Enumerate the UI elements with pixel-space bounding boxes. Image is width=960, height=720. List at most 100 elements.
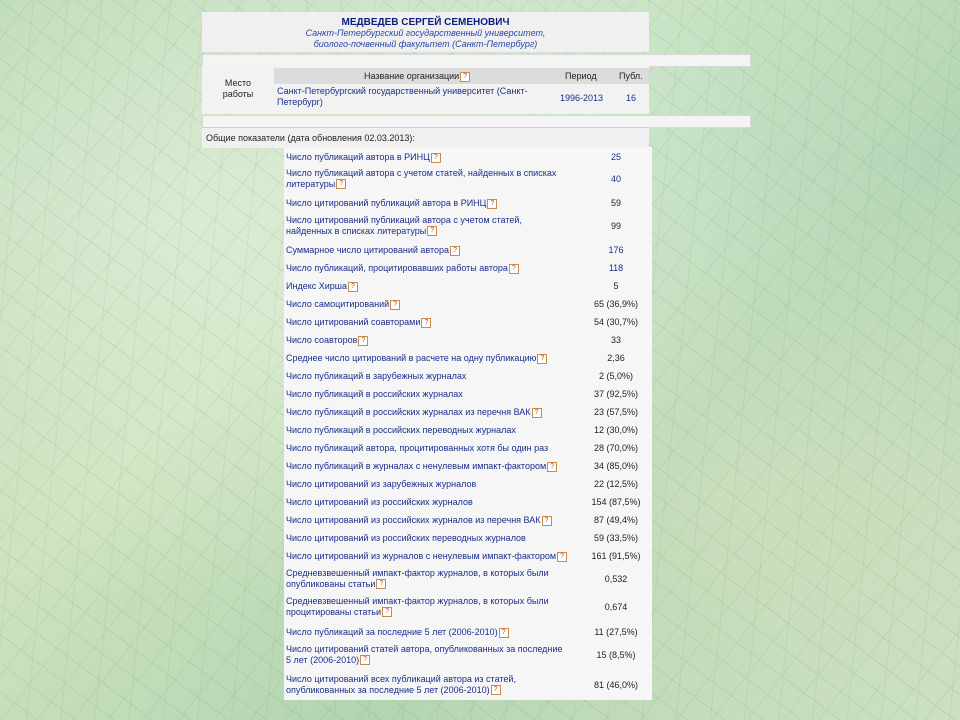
help-icon[interactable]: ? bbox=[547, 461, 558, 472]
help-icon[interactable]: ? bbox=[490, 685, 501, 696]
metric-row: Число публикаций в журналах с ненулевым … bbox=[284, 459, 652, 475]
metric-label: Среднее число цитирований в расчете на о… bbox=[286, 353, 571, 364]
column-org: Название организации? bbox=[364, 71, 471, 82]
metric-label: Число публикаций в российских переводных… bbox=[286, 425, 516, 435]
metric-label: Число публикаций в российских журналах bbox=[286, 389, 463, 399]
metric-value: 33 bbox=[610, 335, 621, 345]
metric-value: 154 (87,5%) bbox=[591, 497, 641, 507]
metric-label: Число цитирований статей автора, опублик… bbox=[286, 644, 563, 666]
metric-value: 0,532 bbox=[604, 574, 628, 584]
metric-label: Индекс Хирша? bbox=[286, 281, 571, 292]
metric-label: Число цитирований публикаций автора с уч… bbox=[286, 215, 522, 237]
help-icon[interactable]: ? bbox=[430, 152, 441, 163]
metric-row: Число цитирований из журналов с ненулевы… bbox=[284, 549, 652, 565]
metric-row: Число публикаций автора в РИНЦ? 25 bbox=[284, 150, 652, 166]
metric-value: 22 (12,5%) bbox=[593, 479, 639, 489]
metric-row: Число цитирований из зарубежных журналов… bbox=[284, 477, 652, 493]
metric-label: Число публикаций, процитировавших работы… bbox=[286, 263, 571, 274]
metric-value[interactable]: 25 bbox=[576, 152, 656, 162]
metric-row: Число публикаций за последние 5 лет (200… bbox=[284, 625, 652, 641]
metric-value: 0,674 bbox=[604, 602, 628, 612]
help-icon[interactable]: ? bbox=[557, 551, 568, 562]
metric-label: Число цитирований из российских журналов… bbox=[286, 515, 571, 526]
metric-label: Число цитирований из журналов с ненулевы… bbox=[286, 551, 571, 562]
metric-row: Число публикаций автора с учетом статей,… bbox=[284, 167, 652, 191]
metric-row: Число цитирований всех публикаций автора… bbox=[284, 673, 652, 697]
help-icon[interactable]: ? bbox=[360, 655, 371, 666]
metric-value: 81 (46,0%) bbox=[593, 680, 639, 690]
metric-row: Число цитирований из российских журналов… bbox=[284, 513, 652, 529]
metric-row: Число цитирований из российских журналов… bbox=[284, 495, 652, 511]
metric-value: 99 bbox=[610, 221, 621, 231]
metric-label: Средневзвешенный импакт-фактор журналов,… bbox=[286, 596, 549, 618]
metric-row: Средневзвешенный импакт-фактор журналов,… bbox=[284, 595, 652, 619]
metrics-table: Число публикаций автора в РИНЦ? 25 Число п… bbox=[284, 147, 652, 700]
metric-value: 59 bbox=[610, 198, 621, 208]
workplace-pub-count[interactable]: 16 bbox=[626, 93, 636, 103]
help-icon[interactable]: ? bbox=[376, 579, 387, 590]
metric-value: 28 (70,0%) bbox=[593, 443, 639, 453]
metric-value: 12 (30,0%) bbox=[593, 425, 639, 435]
metric-row: Индекс Хирша? 5 bbox=[284, 279, 652, 295]
general-indicators-label: Общие показатели (дата обновления 02.03.… bbox=[206, 133, 415, 143]
metric-label: Число публикаций в журналах с ненулевым … bbox=[286, 461, 571, 472]
help-icon[interactable]: ? bbox=[348, 281, 358, 292]
help-icon[interactable]: ? bbox=[541, 515, 552, 526]
help-icon[interactable]: ? bbox=[508, 263, 519, 274]
metric-row: Среднее число цитирований в расчете на о… bbox=[284, 351, 652, 367]
workplace-table: Место работы Название организации? Перио… bbox=[202, 66, 649, 114]
metric-label: Число соавторов? bbox=[286, 335, 571, 346]
metric-value: 15 (8,5%) bbox=[596, 650, 636, 660]
help-icon[interactable]: ? bbox=[382, 607, 393, 618]
workplace-table-header: Название организации? Период Публ. bbox=[274, 68, 649, 84]
metric-value: 2,36 bbox=[607, 353, 625, 363]
metric-row: Число публикаций в зарубежных журналах 2 … bbox=[284, 369, 652, 385]
metric-row: Суммарное число цитирований автора? 176 bbox=[284, 243, 652, 259]
metric-label: Число цитирований соавторами? bbox=[286, 317, 571, 328]
metric-row: Число публикаций автора, процитированных… bbox=[284, 441, 652, 457]
workplace-period: 1996-2013 bbox=[560, 93, 604, 103]
column-period: Период bbox=[565, 71, 597, 81]
help-icon[interactable]: ? bbox=[531, 407, 542, 418]
metric-label: Число публикаций автора, процитированных… bbox=[286, 443, 549, 453]
metric-value: 34 (85,0%) bbox=[593, 461, 639, 471]
metric-row: Число цитирований публикаций автора с уч… bbox=[284, 214, 652, 238]
metric-value: 23 (57,5%) bbox=[593, 407, 639, 417]
metric-label: Число публикаций автора в РИНЦ? bbox=[286, 152, 571, 163]
metric-row: Число цитирований из российских переводн… bbox=[284, 531, 652, 547]
help-icon[interactable]: ? bbox=[421, 317, 432, 328]
workplace-org-link[interactable]: Санкт-Петербургский государственный унив… bbox=[277, 86, 547, 108]
metric-label: Число цитирований из российских переводн… bbox=[286, 533, 526, 543]
help-icon[interactable]: ? bbox=[498, 627, 509, 638]
help-icon[interactable]: ? bbox=[390, 299, 401, 310]
help-icon[interactable]: ? bbox=[427, 226, 438, 237]
metric-label: Средневзвешенный импакт-фактор журналов,… bbox=[286, 568, 549, 590]
help-icon[interactable]: ? bbox=[450, 245, 461, 256]
metric-label: Число публикаций за последние 5 лет (200… bbox=[286, 627, 571, 638]
general-indicators-header: Общие показатели (дата обновления 02.03.… bbox=[202, 127, 649, 148]
metric-value: 65 (36,9%) bbox=[593, 299, 639, 309]
metric-value[interactable]: 40 bbox=[576, 174, 656, 184]
metric-row: Число публикаций, процитировавших работы… bbox=[284, 261, 652, 277]
metric-value[interactable]: 118 bbox=[576, 263, 656, 273]
author-name: МЕДВЕДЕВ СЕРГЕЙ СЕМЕНОВИЧ bbox=[341, 17, 510, 28]
metric-row: Число соавторов? 33 bbox=[284, 333, 652, 349]
metric-value: 37 (92,5%) bbox=[593, 389, 639, 399]
help-icon[interactable]: ? bbox=[460, 71, 471, 82]
help-icon[interactable]: ? bbox=[537, 353, 548, 364]
metric-label: Число самоцитирований? bbox=[286, 299, 571, 310]
help-icon[interactable]: ? bbox=[336, 179, 347, 190]
workplace-label: Место работы bbox=[222, 78, 254, 99]
help-icon[interactable]: ? bbox=[358, 335, 369, 346]
metric-value[interactable]: 176 bbox=[576, 245, 656, 255]
metric-label: Число цитирований из российских журналов bbox=[286, 497, 473, 507]
help-icon[interactable]: ? bbox=[487, 198, 498, 209]
metric-row: Число самоцитирований? 65 (36,9%) bbox=[284, 297, 652, 313]
metric-label: Число публикаций в зарубежных журналах bbox=[286, 371, 467, 381]
metric-row: Число цитирований публикаций автора в РИ… bbox=[284, 196, 652, 212]
metric-value: 11 (27,5%) bbox=[594, 627, 638, 637]
metric-value: 87 (49,4%) bbox=[593, 515, 639, 525]
metric-row: Число публикаций в российских переводных… bbox=[284, 423, 652, 439]
metric-label: Число цитирований всех публикаций автора… bbox=[286, 674, 516, 696]
metric-label: Число цитирований из зарубежных журналов bbox=[286, 479, 477, 489]
